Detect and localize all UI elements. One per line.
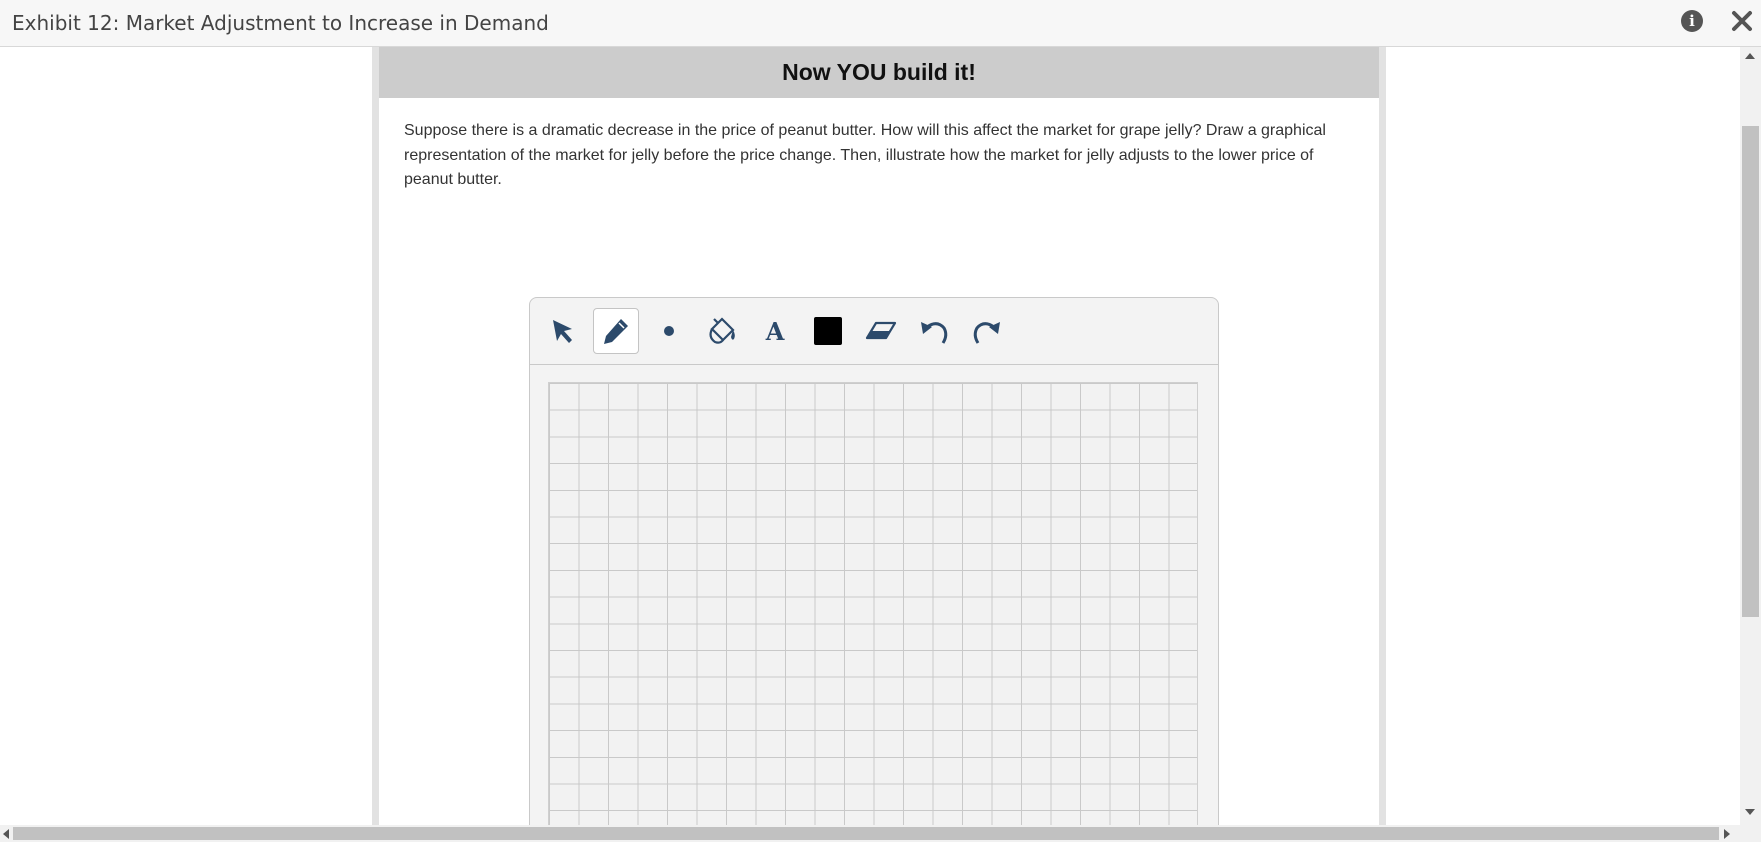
panel-right-border bbox=[1379, 47, 1386, 825]
horizontal-scroll-thumb[interactable] bbox=[13, 827, 1719, 840]
color-tool-button[interactable] bbox=[805, 308, 851, 354]
drawing-canvas-grid[interactable] bbox=[548, 382, 1198, 842]
close-icon[interactable] bbox=[1730, 9, 1754, 33]
undo-icon bbox=[921, 322, 948, 344]
text-tool-button[interactable]: A bbox=[752, 308, 798, 354]
scroll-down-arrow-icon[interactable] bbox=[1745, 809, 1755, 815]
horizontal-scrollbar[interactable] bbox=[0, 825, 1761, 842]
pencil-tool-button[interactable] bbox=[593, 308, 639, 354]
scroll-right-arrow-icon[interactable] bbox=[1724, 829, 1730, 839]
vertical-scrollbar[interactable] bbox=[1740, 47, 1761, 825]
window-titlebar: Exhibit 12: Market Adjustment to Increas… bbox=[0, 0, 1761, 47]
redo-button[interactable] bbox=[964, 308, 1010, 354]
text-icon: A bbox=[765, 317, 785, 346]
redo-icon bbox=[973, 322, 1000, 344]
dot-icon bbox=[664, 326, 674, 336]
drawing-toolbar: A bbox=[530, 298, 1218, 365]
paint-bucket-icon bbox=[709, 317, 735, 344]
drawing-widget: A bbox=[529, 297, 1219, 842]
point-tool-button[interactable] bbox=[646, 308, 692, 354]
select-tool-button[interactable] bbox=[540, 308, 586, 354]
color-swatch-icon bbox=[814, 317, 842, 345]
svg-text:A: A bbox=[765, 317, 785, 346]
panel-left-border bbox=[372, 47, 379, 825]
scroll-up-arrow-icon[interactable] bbox=[1745, 53, 1755, 59]
info-icon[interactable]: i bbox=[1681, 10, 1703, 32]
vertical-scroll-thumb[interactable] bbox=[1742, 126, 1759, 617]
question-prompt: Suppose there is a dramatic decrease in … bbox=[404, 122, 1326, 188]
arrow-pointer-icon bbox=[553, 320, 572, 343]
window-title: Exhibit 12: Market Adjustment to Increas… bbox=[12, 11, 549, 35]
undo-button[interactable] bbox=[911, 308, 957, 354]
eraser-tool-button[interactable] bbox=[858, 308, 904, 354]
eraser-icon bbox=[865, 321, 897, 340]
fill-tool-button[interactable] bbox=[699, 308, 745, 354]
pencil-icon bbox=[604, 319, 628, 344]
scroll-left-arrow-icon[interactable] bbox=[3, 829, 9, 839]
panel-heading: Now YOU build it! bbox=[379, 47, 1379, 98]
